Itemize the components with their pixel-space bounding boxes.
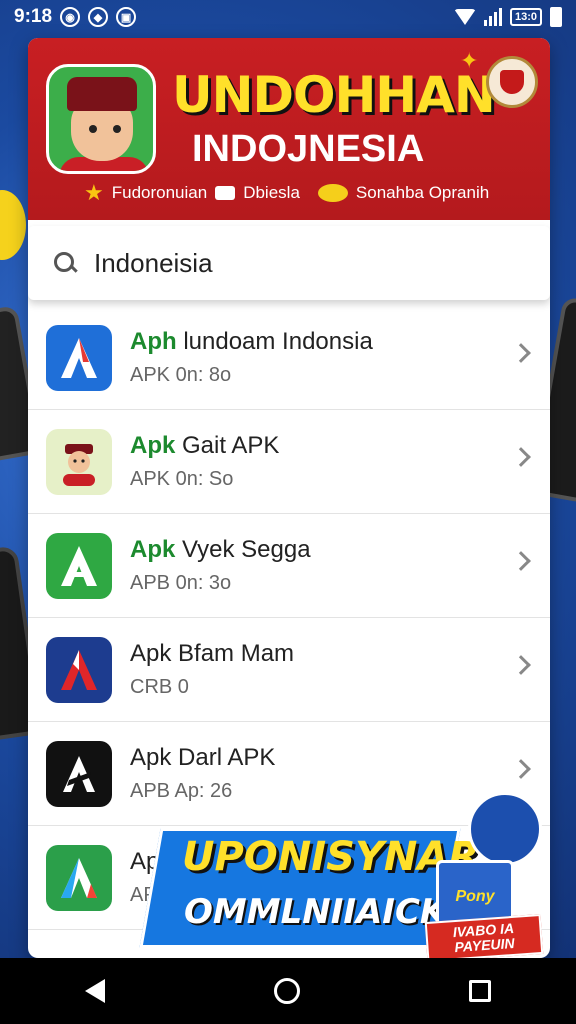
app-name: Gait APK	[182, 432, 280, 459]
logo-eye	[89, 125, 97, 133]
a-black-icon	[46, 740, 112, 807]
app-prefix: Apk	[130, 744, 172, 771]
chevron-right-icon	[511, 343, 531, 363]
back-icon[interactable]	[84, 979, 105, 1003]
list-item[interactable]: Apk Bfam Mam CRB 0	[28, 618, 550, 722]
a-blue-icon	[46, 324, 112, 391]
character-icon	[46, 428, 112, 495]
header-link-1[interactable]: Fudoronuian	[112, 183, 207, 203]
list-item[interactable]: Apk Gait APK APK 0n: So	[28, 410, 550, 514]
app-name: lundoam Indonsia	[183, 328, 373, 355]
header-link-3[interactable]: Sonahba Opranih	[356, 183, 489, 203]
a-colorful-icon	[46, 844, 112, 911]
app-meta: APK 0n: So	[130, 468, 234, 490]
app-logo[interactable]	[46, 64, 156, 174]
app-meta: CRB 0	[130, 676, 189, 698]
list-item[interactable]: Aph lundoam Indonsia APK 0n: 8o	[28, 306, 550, 410]
flag-icon	[215, 186, 236, 200]
wifi-icon	[453, 9, 476, 25]
app-notification-icon: ▣	[116, 7, 137, 27]
emblem-icon	[486, 56, 538, 108]
star-icon: ✦	[460, 48, 479, 73]
chevron-right-icon	[511, 759, 531, 779]
app-meta: APK 0n: 8o	[130, 364, 232, 386]
promo-headline: UPONISYNAR	[182, 834, 480, 880]
status-time: 9:18	[14, 6, 53, 27]
app-prefix: Apk	[130, 640, 172, 667]
navigation-bar	[0, 958, 576, 1024]
chevron-right-icon	[511, 655, 531, 675]
app-name: Darl APK	[178, 744, 276, 771]
chevron-right-icon	[511, 551, 531, 571]
shield-icon: ◆	[88, 7, 109, 27]
recent-apps-icon[interactable]	[469, 980, 492, 1002]
star-icon: ★	[84, 180, 104, 205]
app-meta: APB 0n: 3o	[130, 572, 232, 594]
a-green-icon	[46, 532, 112, 599]
promo-tag[interactable]: IVABO IA PAYEUIN	[424, 914, 544, 962]
header-link-2[interactable]: Dbiesla	[243, 183, 300, 203]
a-red-icon	[46, 636, 112, 703]
search-bar[interactable]: Indoneisia	[28, 226, 550, 300]
notification-icon: ◉	[60, 7, 81, 27]
promo-banner[interactable]: UPONISYNAR OMMLNIIAICKN Pony IVABO IA PA…	[139, 792, 570, 962]
app-prefix: Apk	[130, 432, 176, 459]
status-bar: 9:18 ◉ ◆ ▣ 13:0	[0, 0, 576, 34]
wallet-icon	[468, 792, 542, 866]
battery-icon	[550, 7, 562, 27]
chevron-right-icon	[511, 447, 531, 467]
header-title: UNDOHHAN	[172, 66, 496, 124]
logo-hat	[67, 77, 137, 111]
header-subtitle: INDOJNESIA	[192, 128, 425, 170]
search-icon	[52, 250, 78, 276]
app-prefix: Aph	[130, 328, 177, 355]
signal-icon	[483, 8, 502, 26]
logo-eye	[113, 125, 121, 133]
header-banner: UNDOHHAN INDOJNESIA ✦ ★ Fudoronuian Dbie…	[28, 38, 550, 220]
app-name: Bfam Mam	[178, 640, 295, 667]
coin-icon	[317, 184, 348, 202]
header-links: ★ Fudoronuian Dbiesla Sonahba Opranih	[84, 180, 489, 206]
app-prefix: Apk	[130, 536, 176, 563]
search-input[interactable]: Indoneisia	[94, 248, 213, 279]
battery-label: 13:0	[509, 8, 542, 26]
home-icon[interactable]	[273, 978, 300, 1004]
app-meta: APB Ap: 26	[130, 780, 233, 802]
list-item[interactable]: Apk Vyek Segga APB 0n: 3o	[28, 514, 550, 618]
app-name: Vyek Segga	[182, 536, 311, 563]
